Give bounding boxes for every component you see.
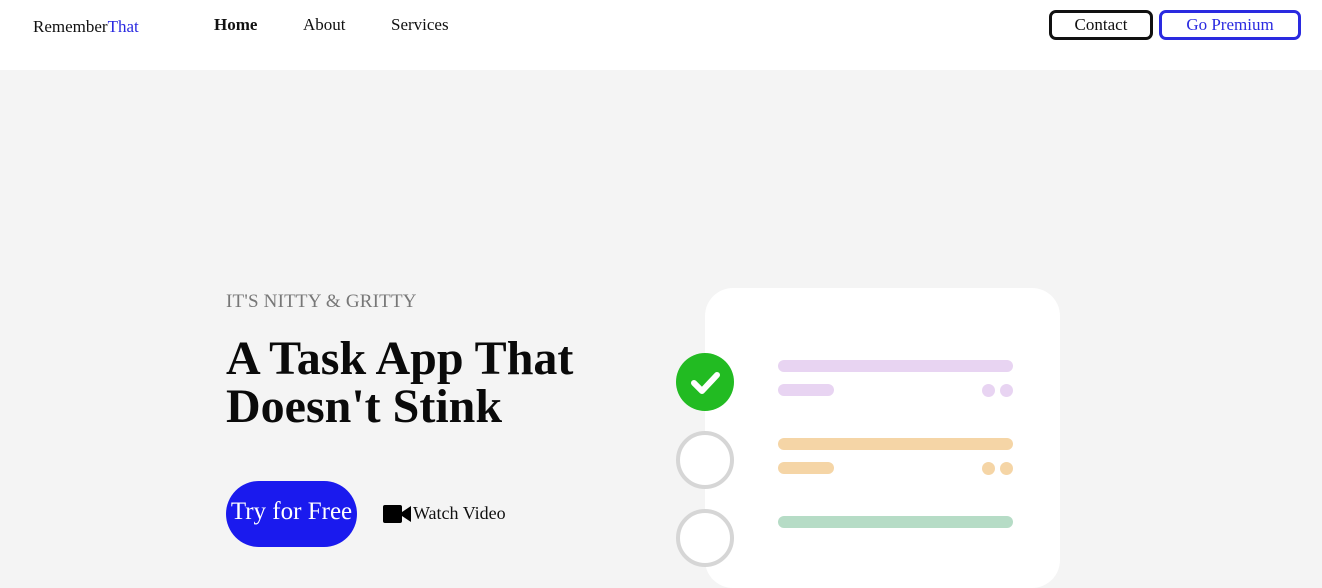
task-dot bbox=[1000, 384, 1013, 397]
video-camera-icon bbox=[383, 504, 411, 523]
task-dot bbox=[1000, 462, 1013, 475]
top-navbar: RememberThat Home About Services Contact… bbox=[0, 0, 1322, 70]
nav-home[interactable]: Home bbox=[214, 15, 257, 35]
task-line-short bbox=[778, 384, 834, 396]
checkmark-icon bbox=[691, 372, 720, 394]
logo-accent-text: That bbox=[107, 17, 139, 36]
task-dot bbox=[982, 384, 995, 397]
go-premium-button[interactable]: Go Premium bbox=[1159, 10, 1301, 40]
task-line bbox=[778, 438, 1013, 450]
nav-services[interactable]: Services bbox=[391, 15, 449, 35]
task-line bbox=[778, 516, 1013, 528]
contact-button[interactable]: Contact bbox=[1049, 10, 1153, 40]
hero-headline: A Task App That Doesn't Stink bbox=[226, 332, 574, 433]
watch-video-label: Watch Video bbox=[413, 503, 506, 523]
logo[interactable]: RememberThat bbox=[33, 17, 139, 37]
task-dot bbox=[982, 462, 995, 475]
task-line bbox=[778, 360, 1013, 372]
task-check-empty bbox=[676, 431, 734, 489]
task-check-empty bbox=[676, 509, 734, 567]
nav-about[interactable]: About bbox=[303, 15, 346, 35]
task-check-done bbox=[676, 353, 734, 411]
task-line-short bbox=[778, 462, 834, 474]
logo-main-text: Remember bbox=[33, 17, 108, 36]
try-for-free-button[interactable]: Try for Free bbox=[226, 481, 357, 547]
hero-eyebrow: IT'S NITTY & GRITTY bbox=[226, 291, 417, 312]
watch-video-link[interactable]: Watch Video bbox=[383, 503, 506, 524]
